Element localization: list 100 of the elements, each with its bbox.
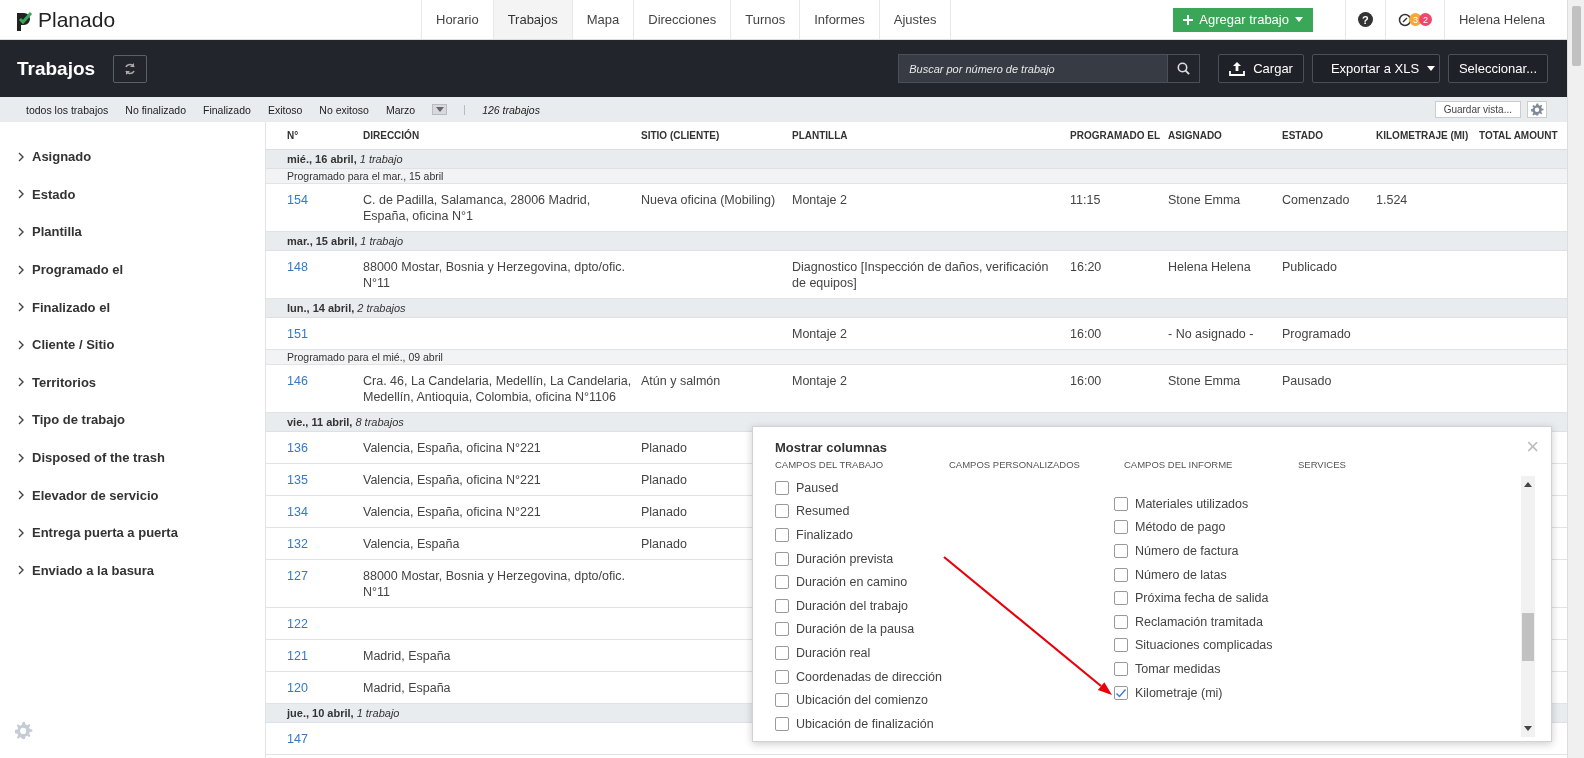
column-checkbox[interactable]: Situaciones complicadas <box>1114 633 1454 658</box>
job-count: 2 trabajos <box>357 302 406 314</box>
save-view-button[interactable]: Guardar vista... <box>1434 101 1521 118</box>
scrollbar[interactable] <box>1521 476 1535 737</box>
column-checkbox[interactable]: Paused <box>775 476 1114 500</box>
table-cell-text: Montaje 2 <box>792 326 848 342</box>
column-header[interactable]: DIRECCIÓN <box>363 130 641 141</box>
column-header[interactable]: ESTADO <box>1282 130 1376 141</box>
job-number-link[interactable]: 151 <box>266 326 363 342</box>
job-number-link[interactable]: 136 <box>266 440 363 456</box>
nav-tab[interactable]: Direcciones <box>634 0 732 39</box>
filter-group[interactable]: Estado <box>0 175 265 214</box>
job-number-link[interactable]: 121 <box>266 648 363 664</box>
column-header[interactable]: PROGRAMADO EL <box>1070 130 1168 141</box>
job-number-link[interactable]: 146 <box>266 373 363 405</box>
column-checkbox[interactable]: Duración de la pausa <box>775 617 1114 642</box>
column-checkbox[interactable]: Tomar medidas <box>1114 657 1454 681</box>
column-checkbox[interactable]: Próxima fecha de salida <box>1114 586 1454 610</box>
column-checkbox[interactable]: Ubicación del comienzo <box>775 688 1114 712</box>
settings-button[interactable] <box>1527 101 1547 118</box>
export-button[interactable]: Exportar a XLS <box>1311 54 1440 83</box>
filter-group[interactable]: Elevador de servicio <box>0 476 265 514</box>
column-checkbox[interactable]: Resumed <box>775 499 1114 524</box>
filter-group[interactable]: Cliente / Sitio <box>0 325 265 364</box>
nav-tab[interactable]: Horario <box>421 0 494 39</box>
filter-group[interactable]: Tipo de trabajo <box>0 401 265 439</box>
job-number-link[interactable]: 122 <box>266 616 363 632</box>
table-cell-text: 16:00 <box>1070 373 1103 390</box>
upload-button[interactable]: Cargar <box>1218 54 1304 83</box>
job-count: 8 trabajos <box>355 416 404 428</box>
filter-group[interactable]: Enviado a la basura <box>0 551 265 590</box>
help-button[interactable]: ? <box>1358 12 1373 27</box>
filter-group[interactable]: Entrega puerta a puerta <box>0 513 265 552</box>
job-count: 126 trabajos <box>482 103 540 116</box>
nav-tab[interactable]: Mapa <box>572 0 635 39</box>
column-checkbox[interactable]: Materiales utilizados <box>1114 492 1454 516</box>
job-number-link[interactable]: 154 <box>266 192 363 224</box>
search-box[interactable]: Buscar por número de trabajo <box>898 54 1201 83</box>
column-header[interactable]: N° <box>266 130 363 141</box>
table-cell-text: Diagnostico [Inspección de daños, verificación de equipos] <box>792 259 1050 291</box>
nav-tab[interactable]: Ajustes <box>879 0 952 39</box>
column-checkbox[interactable]: Número de factura <box>1114 539 1454 563</box>
column-header[interactable]: ASIGNADO <box>1168 130 1282 141</box>
column-checkbox[interactable]: Duración del trabajo <box>775 593 1114 618</box>
nav-tab[interactable]: Turnos <box>731 0 801 39</box>
job-number-link[interactable]: 134 <box>266 504 363 520</box>
filter-link[interactable]: Finalizado <box>203 103 251 116</box>
column-header[interactable]: SITIO (CLIENTE) <box>641 130 792 141</box>
nav-tab[interactable]: Informes <box>800 0 880 39</box>
column-checkbox[interactable]: Duración prevista <box>775 546 1114 571</box>
column-checkbox[interactable]: Método de pago <box>1114 515 1454 540</box>
column-checkbox[interactable]: Número de latas <box>1114 562 1454 587</box>
select-button[interactable]: Seleccionar... <box>1447 54 1548 83</box>
filter-group[interactable]: Programado el <box>0 250 265 289</box>
column-header[interactable]: PLANTILLA <box>792 130 1070 141</box>
table-cell-text: 16:20 <box>1070 259 1103 276</box>
column-checkbox[interactable]: Ubicación de finalización <box>775 711 1114 736</box>
filter-link[interactable]: No exitoso <box>319 103 369 116</box>
job-number-link[interactable]: 135 <box>266 472 363 488</box>
filter-group[interactable]: Finalizado el <box>0 288 265 326</box>
job-number-link[interactable]: 147 <box>266 731 363 747</box>
column-checkbox[interactable]: Finalizado <box>775 523 1114 547</box>
table-cell-text: 1.524 <box>1376 192 1409 209</box>
filter-group[interactable]: Plantilla <box>0 213 265 251</box>
filter-link[interactable]: todos los trabajos <box>26 103 109 116</box>
table-cell-text: Valencia, España, oficina N°221 <box>363 504 542 520</box>
checkmark-icon <box>1115 687 1127 698</box>
refresh-button[interactable] <box>113 54 148 83</box>
filter-link[interactable]: Exitoso <box>267 103 303 116</box>
nav-tab[interactable]: Trabajos <box>493 0 573 39</box>
filter-link[interactable]: Marzo <box>385 103 416 116</box>
column-checkbox[interactable]: Coordenadas de dirección <box>775 664 1114 689</box>
job-number-link[interactable]: 127 <box>266 568 363 600</box>
column-checkbox[interactable]: Reclamación tramitada <box>1114 609 1454 634</box>
scroll-thumb[interactable] <box>1522 613 1534 661</box>
plus-icon <box>1183 14 1194 25</box>
table-cell-text: 88000 Mostar, Bosnia y Herzegovina, dpto/ofic. N°11 <box>363 568 626 600</box>
table-cell-text: Planado <box>641 536 688 552</box>
scrollbar[interactable] <box>1567 0 1584 758</box>
job-number-link[interactable]: 120 <box>266 680 363 696</box>
column-checkbox[interactable]: Duración en camino <box>775 570 1114 594</box>
job-number-link[interactable]: 132 <box>266 536 363 552</box>
table-cell-text: Montaje 2 <box>792 192 848 209</box>
gauge-icon[interactable] <box>1398 12 1412 27</box>
table-cell-text: Pausado <box>1282 373 1333 390</box>
search-field[interactable]: Buscar por número de trabajo <box>899 55 1168 82</box>
column-header[interactable]: KILOMETRAJE (MI) <box>1376 130 1479 141</box>
search-button[interactable] <box>1167 55 1200 82</box>
filter-link[interactable]: No finalizado <box>125 103 186 116</box>
filter-group[interactable]: Asignado <box>0 138 265 176</box>
filter-group[interactable]: Disposed of the trash <box>0 438 265 477</box>
filter-group[interactable]: Territorios <box>0 363 265 402</box>
logo: Planado <box>38 7 116 32</box>
job-number-link[interactable]: 148 <box>266 259 363 291</box>
table-cell-text: 88000 Mostar, Bosnia y Herzegovina, dpto/ofic. N°11 <box>363 259 626 291</box>
caret-icon <box>1427 66 1436 71</box>
column-header[interactable]: TOTAL AMOUNT <box>1479 130 1566 141</box>
dropdown-button[interactable] <box>432 104 448 115</box>
column-checkbox[interactable]: Kilometraje (mi) <box>1114 680 1454 705</box>
column-checkbox[interactable]: Duración real <box>775 641 1114 665</box>
